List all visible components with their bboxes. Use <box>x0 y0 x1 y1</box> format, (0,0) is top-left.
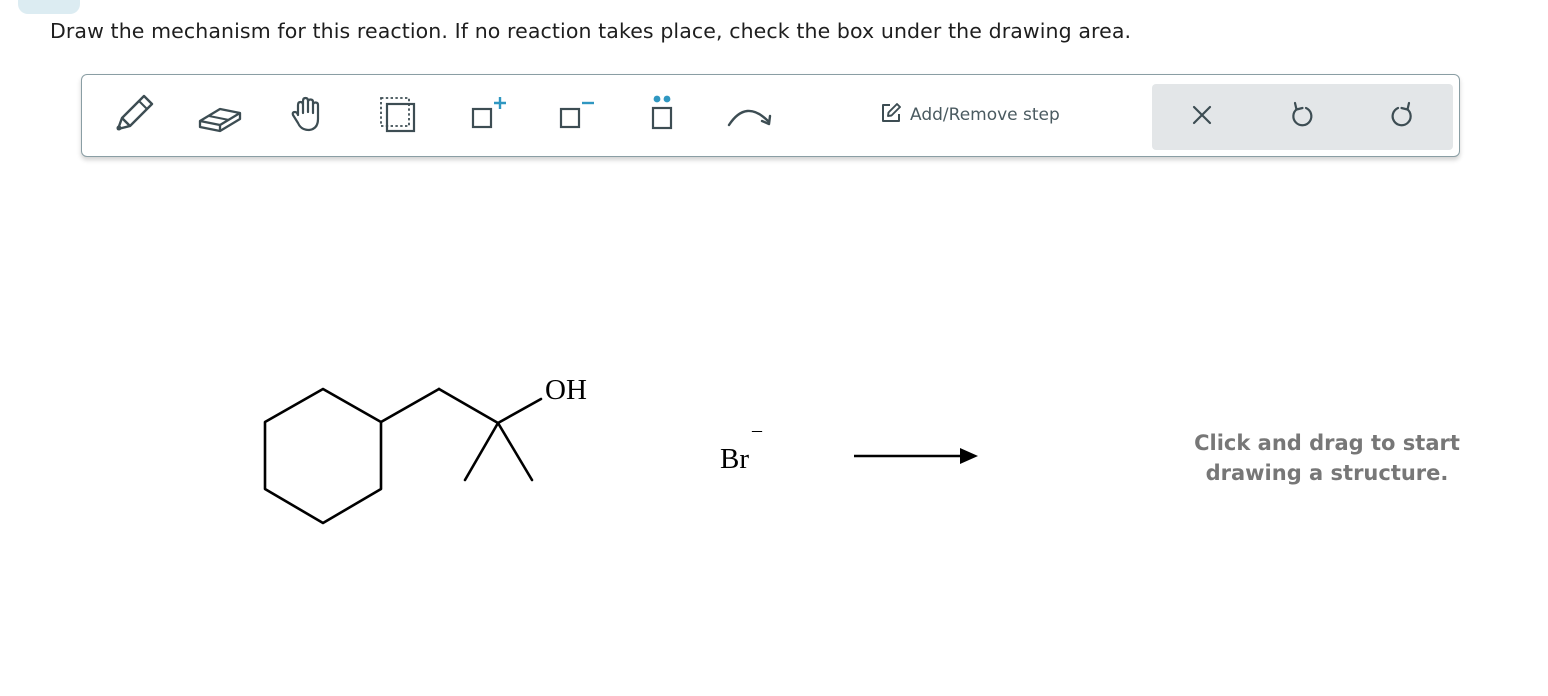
reactant-structure <box>263 387 978 525</box>
methyl-bond-2 <box>496 421 534 482</box>
reaction-arrow <box>854 448 978 464</box>
cyclohexane-ring <box>263 387 383 525</box>
quaternary-bond <box>437 387 500 425</box>
page: Draw the mechanism for this reaction. If… <box>0 0 1548 696</box>
bromide-charge: – <box>752 419 762 441</box>
bromide-label: Br <box>720 443 749 475</box>
c-oh-bond <box>496 397 543 425</box>
ch2-bond <box>379 387 441 424</box>
hydroxyl-label: OH <box>545 374 587 406</box>
canvas-hint-line-1: Click and drag to start <box>1194 431 1460 455</box>
methyl-bond-1 <box>463 421 500 482</box>
canvas-hint-line-2: drawing a structure. <box>1205 461 1449 485</box>
canvas-hint: Click and drag to start drawing a struct… <box>1176 428 1478 488</box>
